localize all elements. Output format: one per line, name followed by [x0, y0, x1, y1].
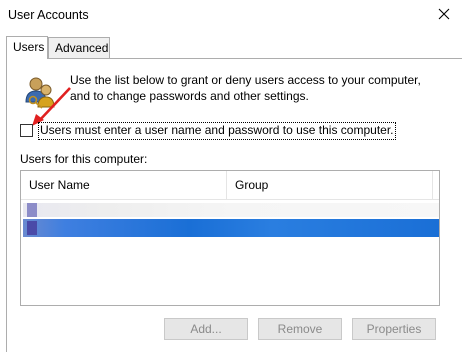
must-enter-password-checkbox[interactable] [20, 124, 33, 137]
add-button[interactable]: Add... [164, 318, 248, 340]
column-user-name-label: User Name [29, 178, 90, 192]
list-header: User Name Group [21, 171, 439, 200]
close-icon [438, 8, 450, 20]
remove-button[interactable]: Remove [258, 318, 342, 340]
column-header-group[interactable]: Group [227, 171, 433, 199]
users-list[interactable]: User Name Group [20, 170, 440, 306]
must-enter-password-label[interactable]: Users must enter a user name and passwor… [38, 122, 396, 140]
column-header-user-name[interactable]: User Name [21, 171, 227, 199]
tab-users[interactable]: Users [6, 36, 48, 59]
pixelated-user-block [27, 221, 37, 235]
table-row-selected[interactable] [23, 219, 439, 237]
tab-users-label: Users [13, 40, 45, 54]
tab-advanced-label: Advanced [55, 41, 109, 55]
users-list-label: Users for this computer: [20, 152, 148, 166]
title-bar: User Accounts [0, 0, 462, 32]
pixelated-user-block [27, 203, 37, 217]
tab-strip: Users Advanced [6, 36, 462, 59]
close-button[interactable] [432, 2, 456, 26]
properties-button[interactable]: Properties [352, 318, 436, 340]
window-title: User Accounts [8, 8, 89, 22]
description-text: Use the list below to grant or deny user… [70, 73, 421, 103]
column-group-label: Group [235, 178, 269, 192]
table-row[interactable] [23, 203, 439, 217]
tab-advanced[interactable]: Advanced [48, 37, 110, 58]
